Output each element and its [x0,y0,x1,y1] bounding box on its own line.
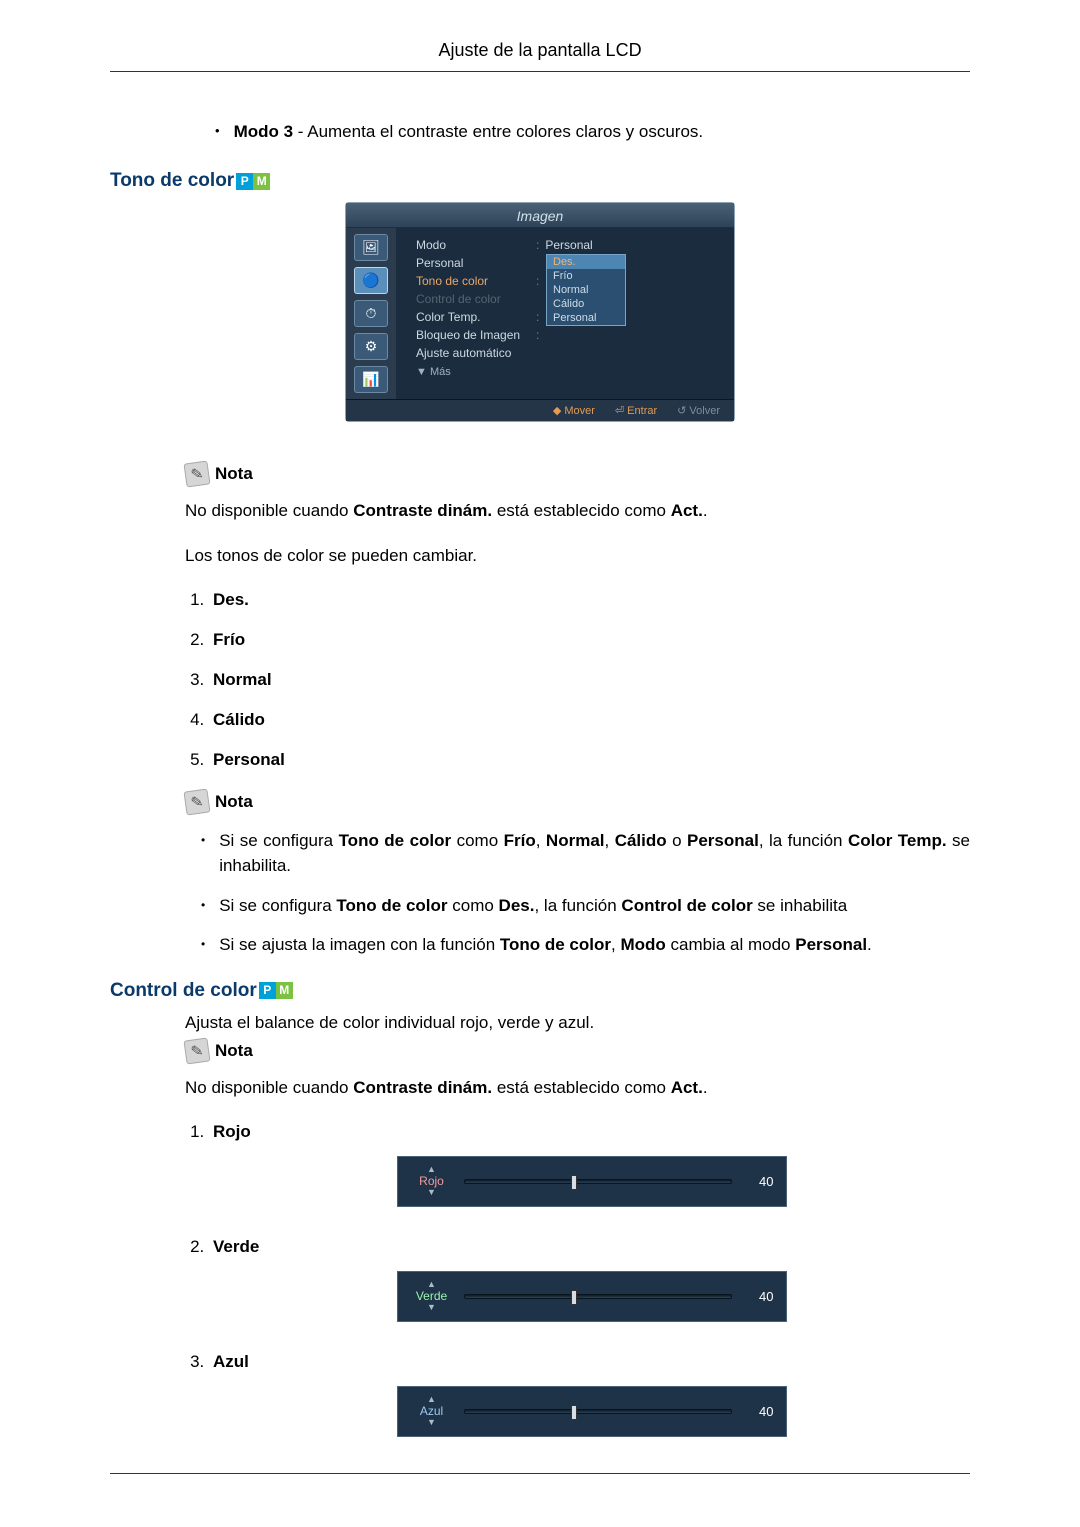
slider-handle[interactable] [571,1405,577,1420]
list-item-rojo: Rojo ▲Rojo▼ 40 [209,1122,970,1207]
osd-tab-setup-icon: ⚙ [354,333,388,360]
list-item: Normal [209,670,970,690]
osd-sidebar: 🖼 🔵 ⏱ ⚙ 📊 [346,228,396,399]
control-note: No disponible cuando Contraste dinám. es… [185,1077,970,1100]
slider-handle[interactable] [571,1175,577,1190]
nota-label: Nota [215,464,253,484]
slider-value: 40 [742,1174,774,1189]
badge-m-icon: M [276,982,293,999]
list-item: Personal [209,750,970,770]
slider-track[interactable] [464,1409,732,1414]
list-item-verde: Verde ▲Verde▼ 40 [209,1237,970,1322]
list-item: • Si se configura Tono de color como Frí… [185,828,970,879]
list-item: Frío [209,630,970,650]
slider-azul: ▲Azul▼ 40 [397,1386,787,1437]
list-item: Cálido [209,710,970,730]
rojo-label: Rojo [213,1122,251,1141]
tono-para2: Los tonos de color se pueden cambiar. [185,545,970,568]
tono-heading-text: Tono de color [110,170,234,192]
osd-popup: Des. Frío Normal Cálido Personal [546,254,626,326]
modo3-desc: - Aumenta el contraste entre colores cla… [293,122,703,141]
osd-tab-sound-icon: ⏱ [354,300,388,327]
azul-label: Azul [213,1352,249,1371]
tono-note1: No disponible cuando Contraste dinám. es… [185,500,970,523]
badge-p-icon: P [236,173,253,190]
list-item: Des. [209,590,970,610]
nota-label: Nota [215,792,253,812]
bullet-dot: • [215,123,220,138]
control-intro: Ajusta el balance de color individual ro… [185,1012,970,1035]
modo3-text: Modo 3 - Aumenta el contraste entre colo… [234,122,704,142]
slider-rojo: ▲Rojo▼ 40 [397,1156,787,1207]
osd-title: Imagen [346,203,734,228]
tono-heading: Tono de color P M [110,170,970,192]
nota-icon: ✎ [183,1037,210,1064]
badge-m-icon: M [253,173,270,190]
footer-rule [110,1473,970,1474]
nota-label: Nota [215,1041,253,1061]
nota-icon: ✎ [183,788,210,815]
control-colors-list: Rojo ▲Rojo▼ 40 Verde ▲Verde▼ 40 Azul ▲A [209,1122,970,1437]
tono-options-list: Des. Frío Normal Cálido Personal [209,590,970,770]
verde-label: Verde [213,1237,259,1256]
pm-badge: P M [236,173,270,190]
osd-screenshot: Imagen 🖼 🔵 ⏱ ⚙ 📊 Modo:Personal Personal … [345,202,735,422]
osd-tab-image-icon: 🔵 [354,267,388,294]
osd-tab-multi-icon: 📊 [354,366,388,393]
list-item: • Si se ajusta la imagen con la función … [185,932,970,958]
nota-block: ✎ Nota [185,462,970,486]
pm-badge: P M [259,982,293,999]
osd-tab-picture-icon: 🖼 [354,234,388,261]
slider-track[interactable] [464,1294,732,1299]
slider-track[interactable] [464,1179,732,1184]
slider-value: 40 [742,1289,774,1304]
nota-icon: ✎ [183,460,210,487]
nota-block-3: ✎ Nota [185,1039,970,1063]
modo3-label: Modo 3 [234,122,294,141]
badge-p-icon: P [259,982,276,999]
nota-block-2: ✎ Nota [185,790,970,814]
slider-verde: ▲Verde▼ 40 [397,1271,787,1322]
list-item-azul: Azul ▲Azul▼ 40 [209,1352,970,1437]
slider-value: 40 [742,1404,774,1419]
osd-menu: Modo:Personal Personal Tono de color: Co… [396,228,734,399]
tono-notes-list: • Si se configura Tono de color como Frí… [185,828,970,958]
slider-handle[interactable] [571,1290,577,1305]
modo3-bullet: • Modo 3 - Aumenta el contraste entre co… [215,122,970,142]
list-item: • Si se configura Tono de color como Des… [185,893,970,919]
control-heading-text: Control de color [110,980,257,1002]
osd-footer: ◆ Mover ⏎ Entrar ↺ Volver [346,399,734,421]
control-heading: Control de color P M [110,980,970,1002]
page-header: Ajuste de la pantalla LCD [110,40,970,72]
